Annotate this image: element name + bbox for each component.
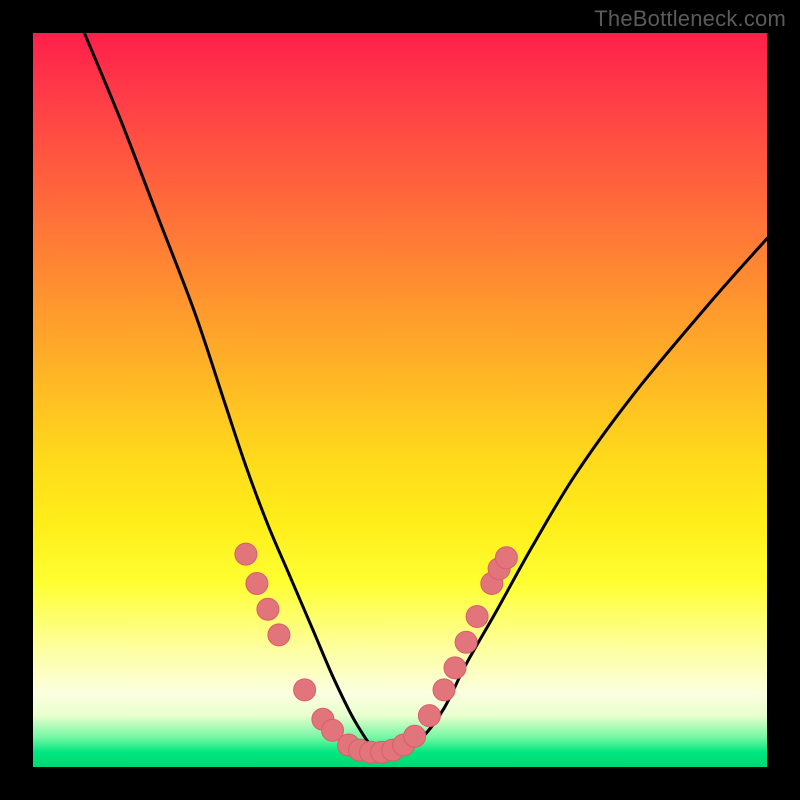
data-dot <box>246 573 268 595</box>
data-dot <box>433 679 455 701</box>
data-dot <box>268 624 290 646</box>
chart-frame: TheBottleneck.com <box>0 0 800 800</box>
data-dot <box>455 631 477 653</box>
data-dot <box>235 543 257 565</box>
data-dot <box>444 657 466 679</box>
data-dot <box>495 547 517 569</box>
data-dot <box>257 598 279 620</box>
watermark-text: TheBottleneck.com <box>594 6 786 32</box>
data-dot <box>404 725 426 747</box>
data-dot <box>466 606 488 628</box>
chart-svg <box>33 33 767 767</box>
data-dot <box>418 705 440 727</box>
plot-area <box>33 33 767 767</box>
bottleneck-curve <box>84 33 767 755</box>
data-dots-group <box>235 543 518 763</box>
data-dot <box>294 679 316 701</box>
